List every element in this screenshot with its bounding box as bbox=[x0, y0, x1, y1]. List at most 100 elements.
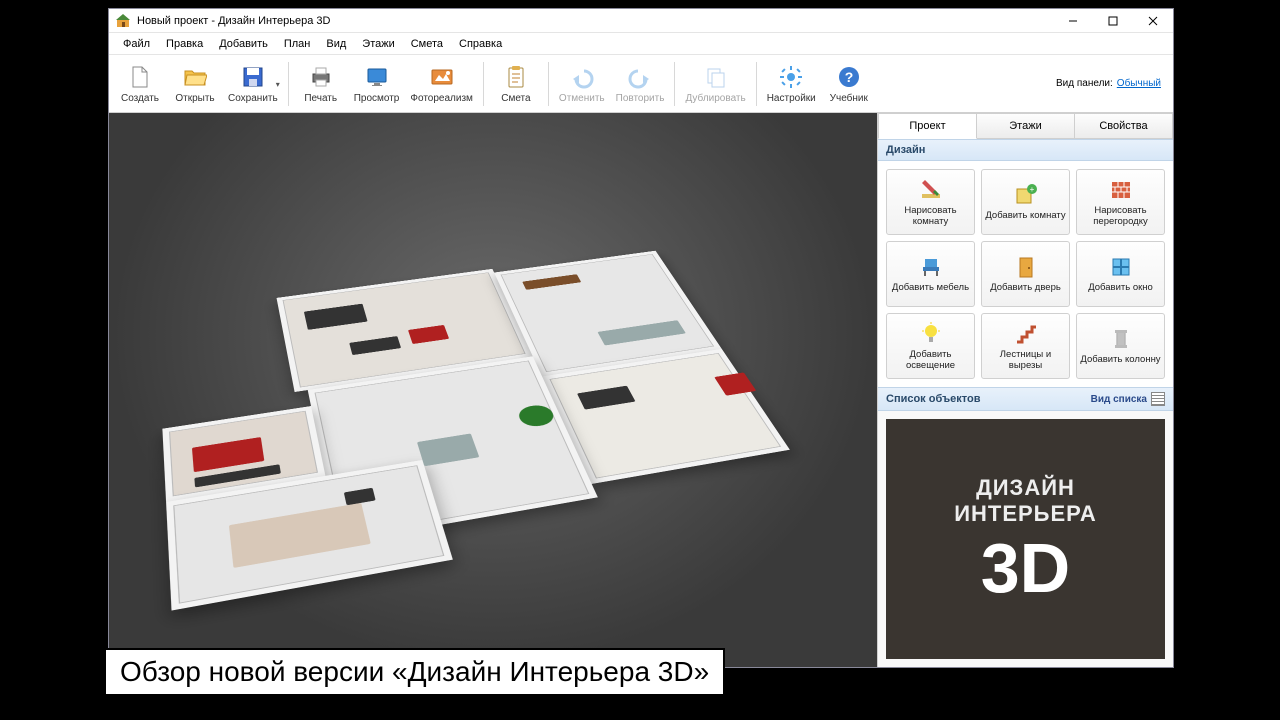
preview-button[interactable]: Просмотр bbox=[349, 57, 405, 111]
promo-banner: ДИЗАЙН ИНТЕРЬЕРА 3D bbox=[886, 419, 1165, 659]
photorealism-button[interactable]: Фотореализм bbox=[405, 57, 478, 111]
section-design-header: Дизайн bbox=[878, 139, 1173, 161]
preview-label: Просмотр bbox=[354, 93, 400, 104]
print-label: Печать bbox=[304, 93, 337, 104]
draw-room-button[interactable]: Нарисовать комнату bbox=[886, 169, 975, 235]
help-icon: ? bbox=[835, 63, 863, 91]
duplicate-icon bbox=[702, 63, 730, 91]
redo-label: Повторить bbox=[616, 93, 665, 104]
undo-label: Отменить bbox=[559, 93, 605, 104]
save-button[interactable]: ▾ Сохранить bbox=[223, 57, 283, 111]
create-button[interactable]: Создать bbox=[113, 57, 167, 111]
title-bar: Новый проект - Дизайн Интерьера 3D bbox=[109, 9, 1173, 33]
gear-icon bbox=[777, 63, 805, 91]
viewport-3d[interactable] bbox=[109, 113, 877, 667]
menu-view[interactable]: Вид bbox=[318, 35, 354, 53]
estimate-label: Смета bbox=[501, 93, 530, 104]
design-label: Нарисовать комнату bbox=[889, 206, 972, 228]
render-canvas bbox=[109, 113, 877, 667]
duplicate-label: Дублировать bbox=[685, 93, 745, 104]
toolbar: Создать Открыть ▾ Сохранить Печать bbox=[109, 55, 1173, 113]
app-icon bbox=[115, 13, 131, 29]
svg-text:?: ? bbox=[844, 69, 853, 85]
monitor-icon bbox=[363, 63, 391, 91]
toolbar-separator bbox=[674, 62, 675, 106]
redo-icon bbox=[626, 63, 654, 91]
brick-wall-icon bbox=[1108, 177, 1134, 203]
menu-file[interactable]: Файл bbox=[115, 35, 158, 53]
chevron-down-icon: ▾ bbox=[276, 80, 280, 89]
section-objects-label: Список объектов bbox=[886, 393, 980, 405]
stairs-icon bbox=[1013, 321, 1039, 347]
panel-view-label: Вид панели: bbox=[1056, 78, 1113, 89]
toolbar-separator bbox=[483, 62, 484, 106]
add-lighting-button[interactable]: Добавить освещение bbox=[886, 313, 975, 379]
design-label: Добавить комнату bbox=[985, 211, 1065, 222]
photorealism-icon bbox=[428, 63, 456, 91]
add-window-button[interactable]: Добавить окно bbox=[1076, 241, 1165, 307]
tab-floors[interactable]: Этажи bbox=[977, 113, 1075, 139]
close-button[interactable] bbox=[1133, 9, 1173, 33]
menu-edit[interactable]: Правка bbox=[158, 35, 211, 53]
menu-estimate[interactable]: Смета bbox=[403, 35, 451, 53]
window-title: Новый проект - Дизайн Интерьера 3D bbox=[137, 15, 330, 27]
save-label: Сохранить bbox=[228, 93, 278, 104]
panel-view-mode-link[interactable]: Обычный bbox=[1117, 78, 1161, 89]
estimate-button[interactable]: Смета bbox=[489, 57, 543, 111]
undo-button[interactable]: Отменить bbox=[554, 57, 610, 111]
undo-icon bbox=[568, 63, 596, 91]
column-icon bbox=[1108, 326, 1134, 352]
tutorial-label: Учебник bbox=[830, 93, 868, 104]
add-column-button[interactable]: Добавить колонну bbox=[1076, 313, 1165, 379]
menu-plan[interactable]: План bbox=[276, 35, 319, 53]
toolbar-separator bbox=[548, 62, 549, 106]
room-plus-icon: + bbox=[1013, 182, 1039, 208]
add-door-button[interactable]: Добавить дверь bbox=[981, 241, 1070, 307]
menu-floors[interactable]: Этажи bbox=[354, 35, 402, 53]
list-view-toggle[interactable]: Вид списка bbox=[1091, 392, 1165, 406]
tab-properties[interactable]: Свойства bbox=[1075, 113, 1173, 139]
duplicate-button[interactable]: Дублировать bbox=[680, 57, 750, 111]
settings-button[interactable]: Настройки bbox=[762, 57, 821, 111]
stairs-cutouts-button[interactable]: Лестницы и вырезы bbox=[981, 313, 1070, 379]
create-label: Создать bbox=[121, 93, 159, 104]
maximize-button[interactable] bbox=[1093, 9, 1133, 33]
save-icon bbox=[239, 63, 267, 91]
promo-line1: ДИЗАЙН bbox=[976, 475, 1075, 501]
toolbar-separator bbox=[756, 62, 757, 106]
minimize-button[interactable] bbox=[1053, 9, 1093, 33]
redo-button[interactable]: Повторить bbox=[611, 57, 670, 111]
open-button[interactable]: Открыть bbox=[168, 57, 222, 111]
caption-text: Обзор новой версии «Дизайн Интерьера 3D» bbox=[120, 656, 709, 688]
menu-add[interactable]: Добавить bbox=[211, 35, 276, 53]
tutorial-button[interactable]: ? Учебник bbox=[822, 57, 876, 111]
print-button[interactable]: Печать bbox=[294, 57, 348, 111]
chair-icon bbox=[918, 254, 944, 280]
video-caption: Обзор новой версии «Дизайн Интерьера 3D» bbox=[104, 648, 725, 696]
draw-partition-button[interactable]: Нарисовать перегородку bbox=[1076, 169, 1165, 235]
window-icon bbox=[1108, 254, 1134, 280]
design-label: Лестницы и вырезы bbox=[984, 350, 1067, 372]
promo-3d: 3D bbox=[981, 533, 1070, 603]
add-room-button[interactable]: + Добавить комнату bbox=[981, 169, 1070, 235]
door-icon bbox=[1013, 254, 1039, 280]
section-design-label: Дизайн bbox=[886, 144, 925, 156]
promo-line2: ИНТЕРЬЕРА bbox=[954, 501, 1097, 527]
design-label: Добавить окно bbox=[1088, 283, 1153, 294]
tab-project[interactable]: Проект bbox=[878, 113, 977, 139]
pencil-ruler-icon bbox=[918, 177, 944, 203]
clipboard-icon bbox=[502, 63, 530, 91]
view-list-label: Вид списка bbox=[1091, 394, 1147, 405]
list-icon bbox=[1151, 392, 1165, 406]
add-furniture-button[interactable]: Добавить мебель bbox=[886, 241, 975, 307]
printer-icon bbox=[307, 63, 335, 91]
section-objects-header: Список объектов Вид списка bbox=[878, 387, 1173, 411]
design-label: Добавить дверь bbox=[990, 283, 1061, 294]
design-label: Добавить освещение bbox=[889, 350, 972, 372]
open-label: Открыть bbox=[175, 93, 214, 104]
toolbar-separator bbox=[288, 62, 289, 106]
design-label: Нарисовать перегородку bbox=[1079, 206, 1162, 228]
svg-text:+: + bbox=[1029, 185, 1034, 194]
app-window: Новый проект - Дизайн Интерьера 3D Файл … bbox=[108, 8, 1174, 668]
menu-help[interactable]: Справка bbox=[451, 35, 510, 53]
